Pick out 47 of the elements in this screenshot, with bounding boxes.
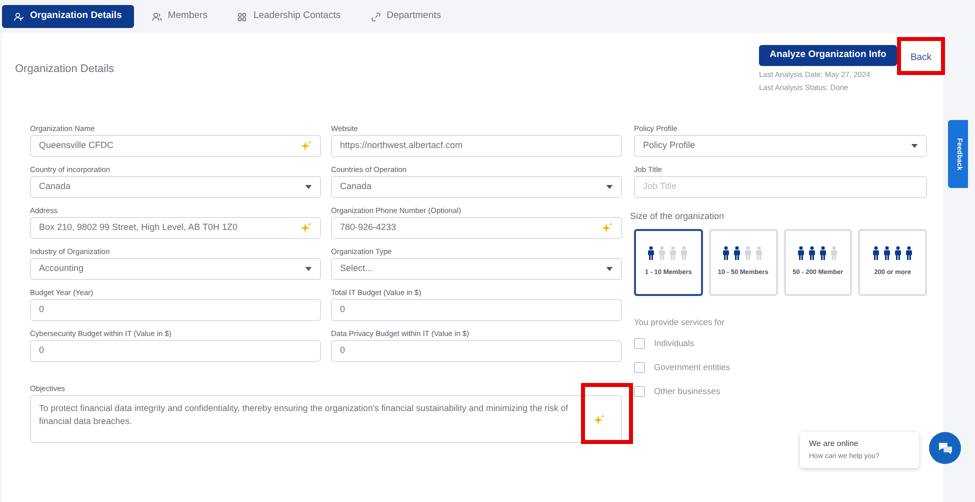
tab[interactable]: Organization Details bbox=[2, 5, 134, 28]
checkbox[interactable] bbox=[634, 338, 645, 350]
grid-icon bbox=[237, 12, 248, 22]
section-label: Size of the organization bbox=[630, 210, 726, 223]
checkbox[interactable] bbox=[634, 362, 645, 373]
checkbox-label: Individuals bbox=[654, 337, 694, 350]
checkbox[interactable] bbox=[634, 386, 645, 397]
sparkle-icon[interactable] bbox=[592, 414, 604, 426]
input-field[interactable]: 0 bbox=[30, 299, 321, 321]
input-field[interactable]: https://northwest.albertacf.com bbox=[331, 135, 622, 157]
chat-bubbles-icon bbox=[938, 442, 952, 454]
dropdown[interactable]: Canada bbox=[331, 176, 622, 198]
input-field[interactable]: 0 bbox=[331, 340, 622, 362]
sparkle-icon[interactable] bbox=[300, 140, 312, 152]
caret-icon bbox=[305, 185, 312, 189]
section-label: You provide services for bbox=[634, 316, 726, 328]
analyze-button[interactable]: Analyze Organization Info bbox=[759, 44, 897, 66]
caret-icon bbox=[606, 267, 613, 271]
caret-icon bbox=[606, 185, 613, 189]
sparkle-icon[interactable] bbox=[601, 222, 613, 234]
tab[interactable]: Departments bbox=[358, 5, 453, 28]
text-area[interactable]: To protect financial data integrity and confidentiality, thereby ensuring the organization's financial sustainability and minimizing the risk of financial data breaches. bbox=[30, 395, 622, 443]
chat-title: We are online bbox=[809, 438, 860, 450]
checkbox-label: Other businesses bbox=[654, 384, 720, 398]
sparkle-icon[interactable] bbox=[300, 222, 312, 234]
tab[interactable]: Leadership Contacts bbox=[225, 5, 353, 28]
people-icon bbox=[796, 246, 840, 260]
input-field[interactable]: 0 bbox=[30, 340, 321, 362]
dropdown[interactable]: Select... bbox=[331, 258, 622, 280]
tab[interactable]: Members bbox=[140, 5, 220, 28]
back-button[interactable]: Back bbox=[901, 46, 941, 70]
input-field[interactable]: 0 bbox=[331, 299, 622, 321]
page-title: Organization Details bbox=[15, 62, 114, 77]
dropdown[interactable]: Policy Profile bbox=[634, 135, 927, 157]
checkbox-label: Government entities bbox=[654, 361, 730, 374]
input-field[interactable]: Box 210, 9802 99 Street, High Level, AB T0H 1Z0 bbox=[30, 217, 321, 239]
user-check-icon bbox=[14, 12, 24, 22]
dropdown[interactable]: Canada bbox=[30, 176, 321, 198]
chat-button[interactable] bbox=[929, 432, 961, 464]
input-field[interactable]: 780-926-4233 bbox=[331, 217, 622, 239]
caret-icon bbox=[911, 144, 918, 148]
dropdown[interactable]: Accounting bbox=[30, 258, 321, 280]
people-icon bbox=[870, 246, 915, 260]
link-icon bbox=[370, 12, 381, 22]
input-field[interactable]: Queensville CFDC bbox=[30, 135, 321, 157]
caret-icon bbox=[305, 267, 312, 271]
users-icon bbox=[152, 12, 162, 22]
